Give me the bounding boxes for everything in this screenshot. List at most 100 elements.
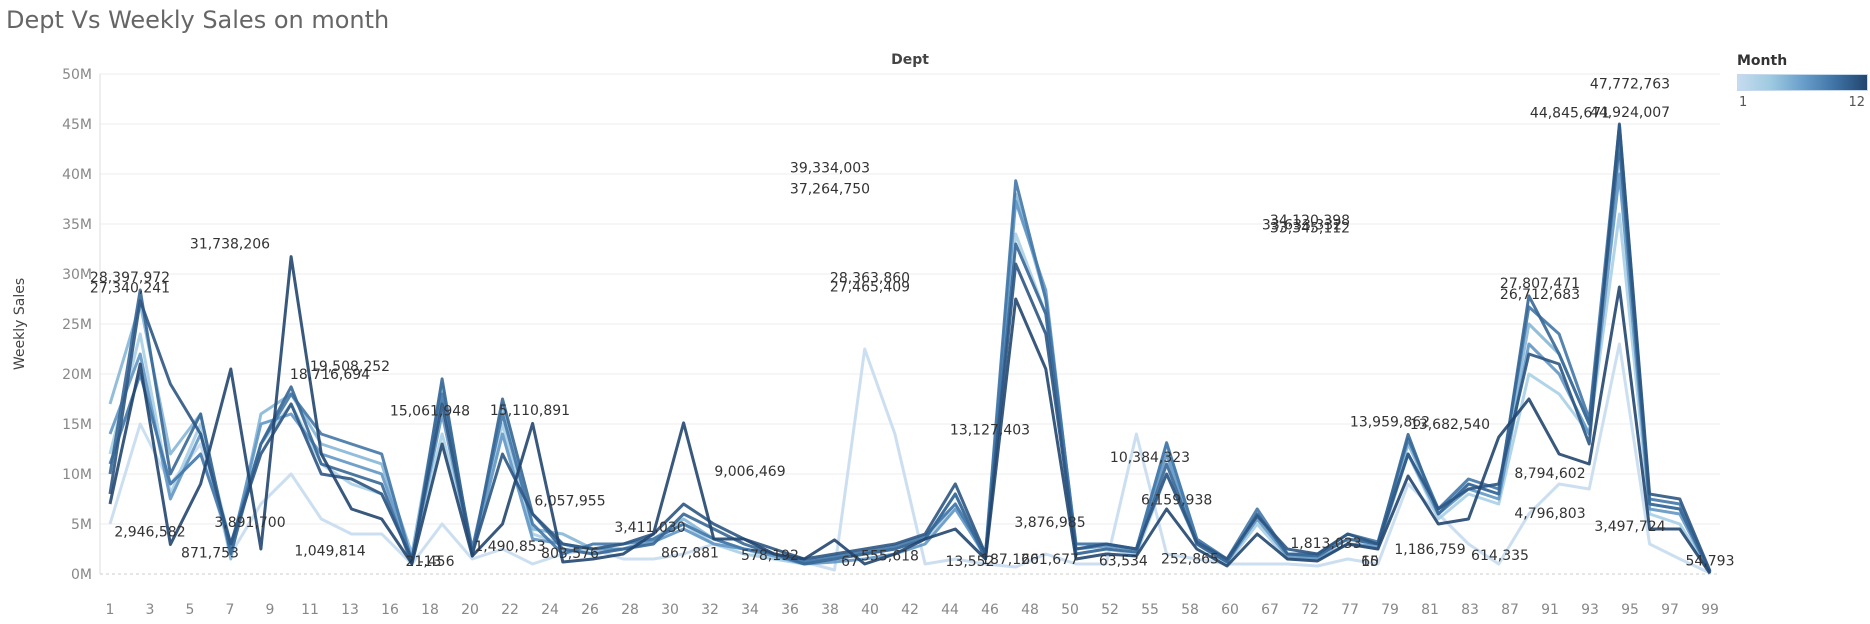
x-tick-label: 83 — [1461, 602, 1479, 618]
data-label: 9,006,469 — [714, 464, 785, 480]
data-label: 1,186,759 — [1394, 542, 1465, 558]
x-tick-label: 26 — [581, 602, 599, 618]
data-label: 252,865 — [1161, 551, 1219, 567]
data-label: 13,127,403 — [950, 423, 1030, 439]
x-tick-label: 5 — [186, 602, 195, 618]
data-label: 871,753 — [181, 545, 239, 561]
data-label: 65 — [1361, 554, 1379, 570]
x-tick-label: 38 — [821, 602, 839, 618]
data-label: 27,465,409 — [830, 279, 910, 295]
x-tick-label: 97 — [1661, 602, 1679, 618]
y-axis-label: Weekly Sales — [12, 278, 28, 370]
x-tick-label: 20 — [461, 602, 479, 618]
data-label: 47,772,763 — [1590, 76, 1670, 92]
data-label: 13,682,540 — [1410, 417, 1490, 433]
x-tick-label: 11 — [301, 602, 319, 618]
data-label: 10,384,323 — [1110, 450, 1190, 466]
x-tick-label: 60 — [1221, 602, 1239, 618]
data-label: 6,159,938 — [1141, 492, 1212, 508]
x-tick-label: 93 — [1581, 602, 1599, 618]
data-label: 63,534 — [1099, 553, 1148, 569]
y-tick-label: 0M — [71, 567, 92, 583]
data-label: 555,618 — [861, 548, 919, 564]
x-tick-label: 13 — [341, 602, 359, 618]
x-tick-label: 36 — [781, 602, 799, 618]
data-label: 67 — [841, 554, 859, 570]
data-label: 27,340,241 — [90, 281, 170, 297]
x-tick-label: 18 — [421, 602, 439, 618]
data-label: 3,891,700 — [214, 515, 285, 531]
y-tick-label: 40M — [62, 167, 92, 183]
x-tick-label: 3 — [146, 602, 155, 618]
data-label: 33,345,112 — [1270, 221, 1350, 237]
x-tick-label: 16 — [381, 602, 399, 618]
data-label: 8,794,602 — [1514, 466, 1585, 482]
x-tick-label: 22 — [501, 602, 519, 618]
data-label: 44,924,007 — [1590, 105, 1670, 121]
x-tick-label: 72 — [1301, 602, 1319, 618]
x-tick-label: 55 — [1141, 602, 1159, 618]
data-label: 19,508,252 — [310, 359, 390, 375]
legend: Month 1 12 — [1737, 53, 1868, 110]
y-tick-label: 20M — [62, 367, 92, 383]
legend-color-ramp — [1737, 74, 1868, 91]
x-tick-label: 81 — [1421, 602, 1439, 618]
y-tick-label: 5M — [71, 517, 92, 533]
x-tick-label: 58 — [1181, 602, 1199, 618]
data-label: 1,049,814 — [294, 544, 365, 560]
x-tick-label: 30 — [661, 602, 679, 618]
x-tick-label: 9 — [266, 602, 275, 618]
data-label: 15,110,891 — [490, 403, 570, 419]
data-label: 54,793 — [1686, 553, 1735, 569]
x-tick-label: 28 — [621, 602, 639, 618]
legend-min-label: 1 — [1739, 95, 1748, 110]
legend-max-label: 12 — [1848, 95, 1865, 110]
x-tick-label: 42 — [901, 602, 919, 618]
y-tick-label: 25M — [62, 317, 92, 333]
data-label: 6,057,955 — [534, 493, 605, 509]
data-label: 867,881 — [661, 545, 719, 561]
x-tick-label: 48 — [1021, 602, 1039, 618]
y-tick-label: 10M — [62, 467, 92, 483]
data-label: 4,796,803 — [1514, 506, 1585, 522]
x-tick-label: 99 — [1701, 602, 1719, 618]
x-tick-label: 77 — [1341, 602, 1359, 618]
x-tick-label: 32 — [701, 602, 719, 618]
x-tick-label: 91 — [1541, 602, 1559, 618]
data-label: 39,334,003 — [790, 161, 870, 177]
data-label: 31,738,206 — [190, 237, 270, 253]
x-tick-label: 79 — [1381, 602, 1399, 618]
y-tick-label: 50M — [62, 67, 92, 83]
top-axis-label: Dept — [891, 52, 929, 68]
x-tick-label: 1 — [106, 602, 115, 618]
data-label: 578,192 — [741, 548, 799, 564]
data-label: 803,576 — [541, 546, 599, 562]
data-label: 614,335 — [1471, 548, 1529, 564]
x-tick-label: 7 — [226, 602, 235, 618]
y-tick-label: 35M — [62, 217, 92, 233]
y-tick-label: 30M — [62, 267, 92, 283]
data-label: 1,490,853 — [474, 539, 545, 555]
x-tick-label: 52 — [1101, 602, 1119, 618]
x-tick-label: 34 — [741, 602, 759, 618]
data-label: 3,497,724 — [1594, 519, 1665, 535]
x-tick-label: 24 — [541, 602, 559, 618]
x-tick-label: 95 — [1621, 602, 1639, 618]
data-label: 3,876,985 — [1014, 515, 1085, 531]
data-label: -13 — [419, 554, 442, 570]
x-tick-label: 50 — [1061, 602, 1079, 618]
data-label: 3,411,030 — [614, 520, 685, 536]
data-label: 2,946,582 — [114, 525, 185, 541]
y-tick-label: 45M — [62, 117, 92, 133]
data-label: 15,061,948 — [390, 403, 470, 419]
x-tick-label: 67 — [1261, 602, 1279, 618]
legend-title: Month — [1737, 53, 1788, 69]
data-label: 1,813,033 — [1290, 536, 1361, 552]
data-label: 37,264,750 — [790, 181, 870, 197]
x-tick-label: 46 — [981, 602, 999, 618]
x-tick-label: 44 — [941, 602, 959, 618]
x-tick-label: 40 — [861, 602, 879, 618]
series-line-month-12 — [108, 255, 1712, 575]
data-label: 201,677 — [1021, 552, 1079, 568]
line-chart: 0M5M10M15M20M25M30M35M40M45M50M1 3 5 7 9 11 13… — [12, 52, 1735, 618]
